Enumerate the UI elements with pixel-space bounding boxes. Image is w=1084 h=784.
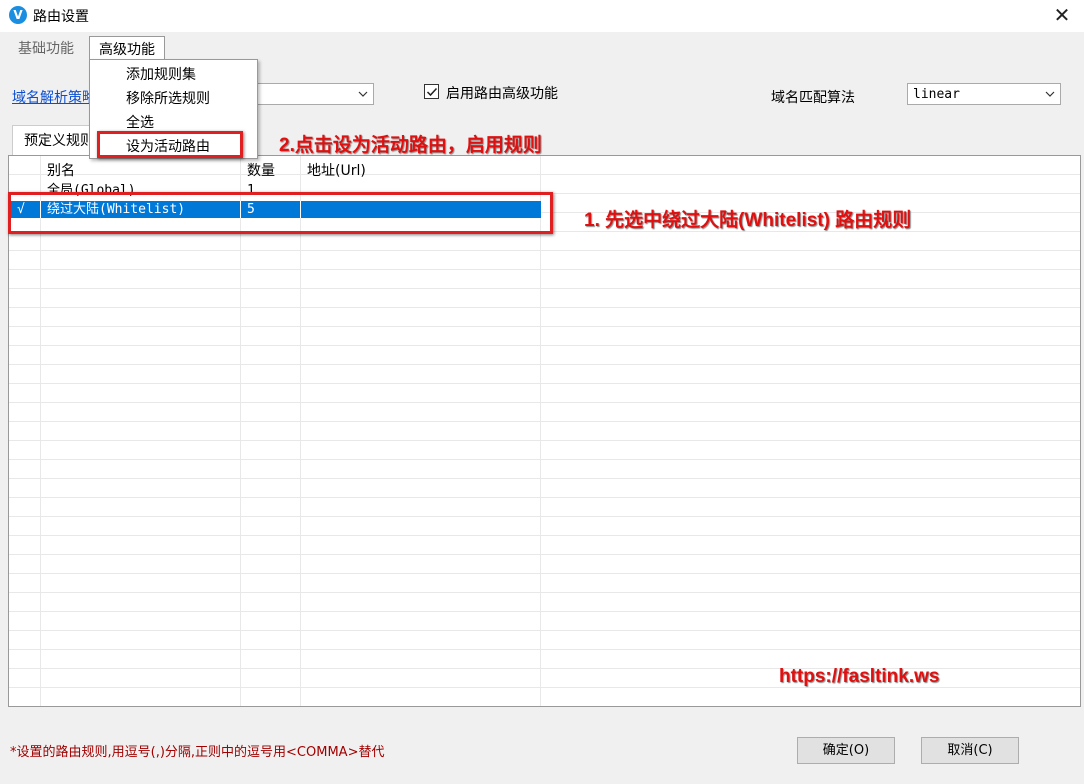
highlight-box (97, 131, 243, 158)
dns-policy-select[interactable] (252, 83, 374, 105)
rules-table[interactable]: 别名 数量 地址(Url) 全局(Global) 1 √ 绕过大陆(Whitel… (8, 155, 1081, 707)
match-algo-label: 域名匹配算法 (771, 90, 855, 106)
column-header-url[interactable]: 地址(Url) (307, 160, 366, 180)
menu-basic[interactable]: 基础功能 (18, 38, 74, 58)
cancel-button[interactable]: 取消(C) (921, 737, 1019, 764)
grid-lines (9, 156, 1080, 706)
column-header-alias[interactable]: 别名 (47, 160, 75, 180)
enable-advanced-checkbox[interactable] (424, 84, 439, 99)
annotation-step2: 2.点击设为活动路由，启用规则 (279, 135, 542, 156)
chevron-down-icon (1045, 91, 1055, 97)
menu-item-select-all[interactable]: 全选 (126, 112, 154, 132)
chevron-down-icon (358, 91, 368, 97)
watermark-url: https://fasltink.ws (779, 666, 940, 687)
column-divider (240, 156, 241, 706)
check-icon (426, 87, 438, 97)
app-logo-icon: V (9, 6, 27, 24)
match-algo-value: linear (913, 87, 960, 102)
window-title: 路由设置 (33, 9, 89, 25)
highlight-box (8, 192, 553, 234)
column-divider (40, 156, 41, 706)
tab-label: 预定义规则 (24, 133, 94, 149)
enable-advanced-label: 启用路由高级功能 (446, 86, 558, 102)
dns-policy-link[interactable]: 域名解析策略 (12, 87, 96, 107)
menu-item-remove-selected[interactable]: 移除所选规则 (126, 88, 210, 108)
close-icon[interactable]: ✕ (1048, 2, 1076, 28)
ok-button[interactable]: 确定(O) (797, 737, 895, 764)
footer-note: *设置的路由规则,用逗号(,)分隔,正则中的逗号用<COMMA>替代 (10, 745, 385, 760)
column-header-count[interactable]: 数量 (247, 160, 275, 180)
menu-bar: 基础功能 高级功能 (0, 34, 1084, 60)
column-divider (300, 156, 301, 706)
match-algo-select[interactable]: linear (907, 83, 1061, 105)
column-divider (540, 156, 541, 706)
menu-advanced[interactable]: 高级功能 (89, 36, 165, 60)
menu-item-add-ruleset[interactable]: 添加规则集 (126, 64, 196, 84)
annotation-step1: 1. 先选中绕过大陆(Whitelist) 路由规则 (584, 210, 912, 231)
title-bar: V 路由设置 ✕ (0, 0, 1084, 32)
